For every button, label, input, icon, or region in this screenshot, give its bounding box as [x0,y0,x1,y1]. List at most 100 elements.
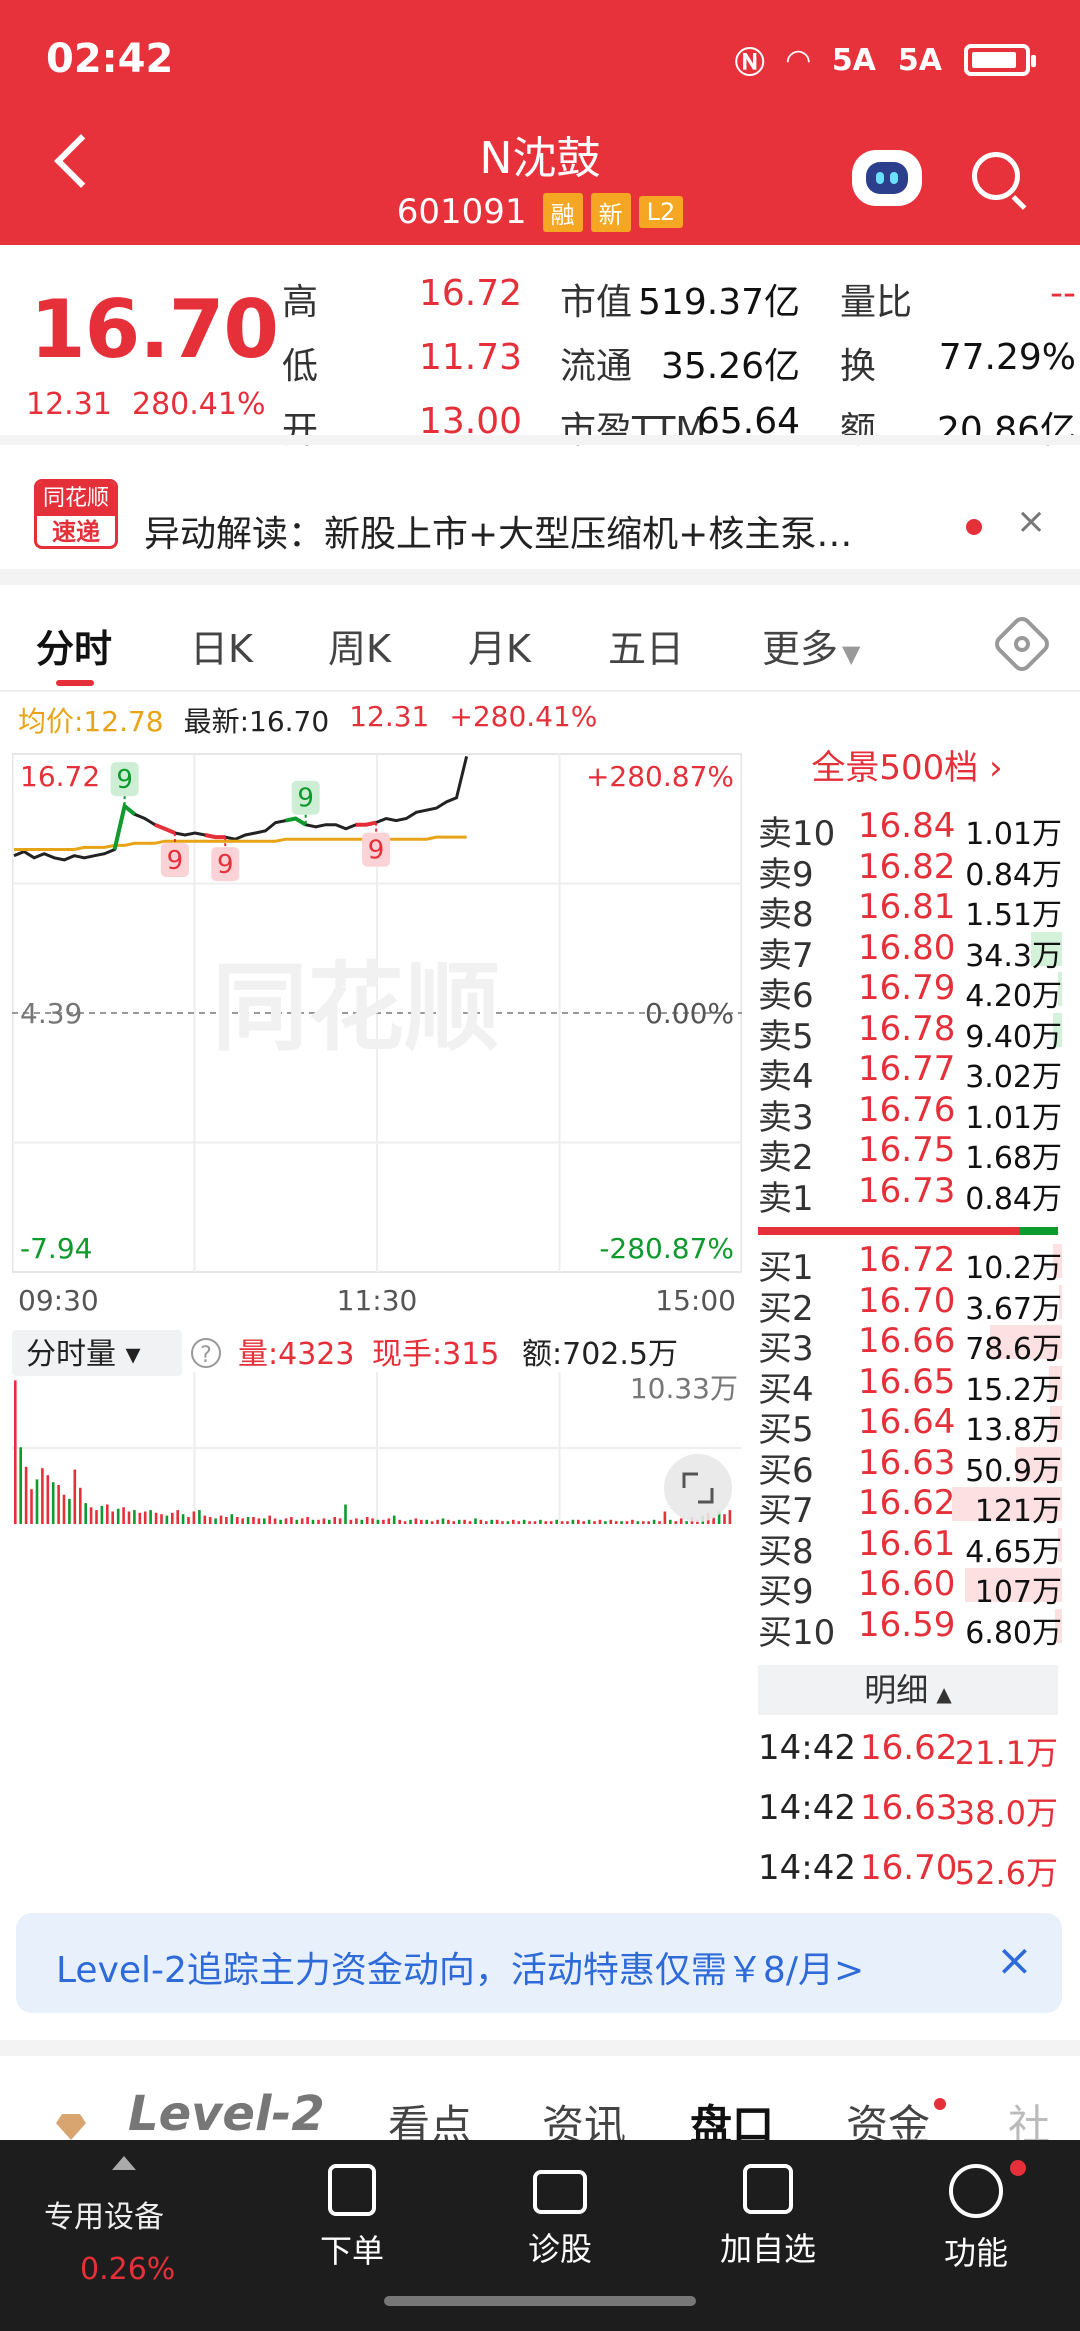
tab-daily-k[interactable]: 日K [190,618,253,673]
volume-bar [284,1518,288,1524]
device-label[interactable]: 专用设备 [44,2192,164,2236]
arrow-up-icon [112,2156,136,2170]
order-vol: 1.01万 [965,1100,1062,1136]
volume-bar [84,1503,87,1524]
tab-level2[interactable]: Level-2 [128,2086,325,2142]
tab-more-label: 更多 [762,627,839,671]
bid-row[interactable]: 买1 16.72 10.2万 [752,1240,1062,1288]
bid-row[interactable]: 买8 16.61 4.65万 [752,1524,1062,1572]
order-vol: 3.67万 [965,1291,1062,1327]
volume-bar [127,1511,131,1524]
ask-row[interactable]: 卖1 16.73 0.84万 [752,1170,1062,1219]
nav-add-watchlist[interactable]: 加自选 [668,2140,868,2270]
tab-more[interactable]: 更多 ▼ [762,618,860,673]
news-banner[interactable]: 同花顺 速递 异动解读：新股上市+大型压缩机+核主泵… × [0,435,1080,585]
marker-label: 9 [167,846,184,876]
volume-bar [30,1489,33,1524]
bid-row[interactable]: 买9 16.60 107万 [752,1564,1062,1612]
volume-bar [268,1515,271,1524]
detail-vol: 38.0万 [954,1794,1058,1832]
detail-price: 16.62 [860,1728,958,1768]
tab-intraday[interactable]: 分时 [36,618,112,673]
panorama-500-link[interactable]: 全景500档 › [752,740,1062,789]
volume-bar [138,1512,142,1524]
order-price: 16.78 [858,1008,956,1049]
ask-row[interactable]: 卖2 16.75 1.68万 [752,1130,1062,1178]
expand-icon[interactable] [664,1454,732,1522]
quote-label: 高 [282,282,319,323]
ask-row[interactable]: 卖10 16.84 1.01万 [752,806,1062,854]
up-segment [285,816,307,827]
volume-bar [555,1519,558,1524]
ask-row[interactable]: 卖5 16.78 9.40万 [752,1008,1062,1057]
nav-order[interactable]: 下单 [252,2140,452,2272]
intraday-chart[interactable]: 同花顺 9 9 9 9 9 16.72 4.39 -7.94 +280.87% 0.00% -280.… [12,748,742,1528]
tab-five-day[interactable]: 五日 [608,618,684,673]
volume-amount: 额:702.5万 [522,1337,678,1372]
order-price: 16.73 [858,1170,956,1211]
quote-value: 77.29% [938,337,1076,378]
ask-row[interactable]: 卖9 16.82 0.84万 [752,847,1062,895]
menu-circle-icon [949,2164,1003,2218]
tab-weekly-k[interactable]: 周K [328,618,391,673]
promo-text[interactable]: Level-2追踪主力资金动向，活动特惠仅需￥8/月> [56,1941,864,1993]
volume-bar [517,1521,521,1524]
ask-row[interactable]: 卖4 16.77 3.02万 [752,1049,1062,1097]
volume-bar [100,1505,104,1524]
ask-row[interactable]: 卖8 16.81 1.51万 [752,887,1062,935]
volume-bar [214,1518,217,1524]
order-vol: 6.80万 [965,1615,1062,1651]
unread-dot [966,519,982,535]
volume-bar [728,1510,732,1524]
order-price: 16.64 [858,1402,956,1442]
robot-assistant-icon[interactable] [852,150,922,206]
volume-bar [604,1521,607,1524]
volume-bar [376,1519,380,1524]
volume-bar [122,1507,125,1524]
home-indicator[interactable] [384,2296,696,2306]
nav-diagnose[interactable]: 诊股 [460,2140,660,2270]
settings-icon[interactable] [990,612,1054,676]
status-time: 02:42 [46,36,174,82]
close-icon[interactable]: × [996,1935,1033,1986]
volume-bar [160,1514,163,1524]
bid-row[interactable]: 买4 16.65 15.2万 [752,1362,1062,1410]
order-price: 16.75 [858,1130,956,1170]
volume-bar [208,1517,212,1524]
tab-underline [56,680,94,686]
x-tick: 15:00 [655,1284,736,1317]
volume-bar [328,1519,331,1524]
order-price: 16.63 [858,1442,956,1483]
ask-row[interactable]: 卖3 16.76 1.01万 [752,1090,1062,1138]
volume-bar [414,1518,418,1524]
bid-row[interactable]: 买5 16.64 13.8万 [752,1402,1062,1450]
order-document-icon [328,2164,376,2216]
volume-bar [533,1521,537,1524]
ask-row[interactable]: 卖6 16.79 4.20万 [752,968,1062,1016]
stock-code: 601091 [396,192,527,232]
funds-badge-dot [934,2098,946,2110]
detail-vol: 21.1万 [954,1734,1058,1772]
close-icon[interactable]: × [1016,501,1046,542]
chart-watermark: 同花顺 [212,952,500,1064]
news-text[interactable]: 异动解读：新股上市+大型压缩机+核主泵… [144,505,924,557]
bid-row[interactable]: 买10 16.59 6.80万 [752,1605,1062,1653]
volume-bar [355,1518,358,1524]
bid-row[interactable]: 买3 16.66 78.6万 [752,1321,1062,1369]
volume-bar [582,1521,585,1524]
tab-monthly-k[interactable]: 月K [468,618,531,673]
search-icon[interactable] [972,152,1020,200]
ask-row[interactable]: 卖7 16.80 34.3万 [752,928,1062,976]
volume-bar [598,1519,602,1524]
bid-row[interactable]: 买6 16.63 50.9万 [752,1442,1062,1491]
bid-row[interactable]: 买2 16.70 3.67万 [752,1281,1062,1329]
order-book: 全景500档 › 卖10 16.84 1.01万 卖9 16.82 0.84万 卖8 16.8… [752,740,1062,1920]
detail-header[interactable]: 明细 ▲ [758,1665,1058,1715]
nav-functions[interactable]: 功能 [876,2140,1076,2274]
bid-row[interactable]: 买7 16.62 121万 [752,1483,1062,1531]
detail-label: 明细 [864,1671,929,1709]
level2-promo-banner[interactable]: Level-2追踪主力资金动向，活动特惠仅需￥8/月> × [16,1913,1062,2013]
volume-bar [181,1514,185,1524]
order-vol: 1.68万 [965,1141,1062,1176]
quote-label: 低 [282,346,319,387]
